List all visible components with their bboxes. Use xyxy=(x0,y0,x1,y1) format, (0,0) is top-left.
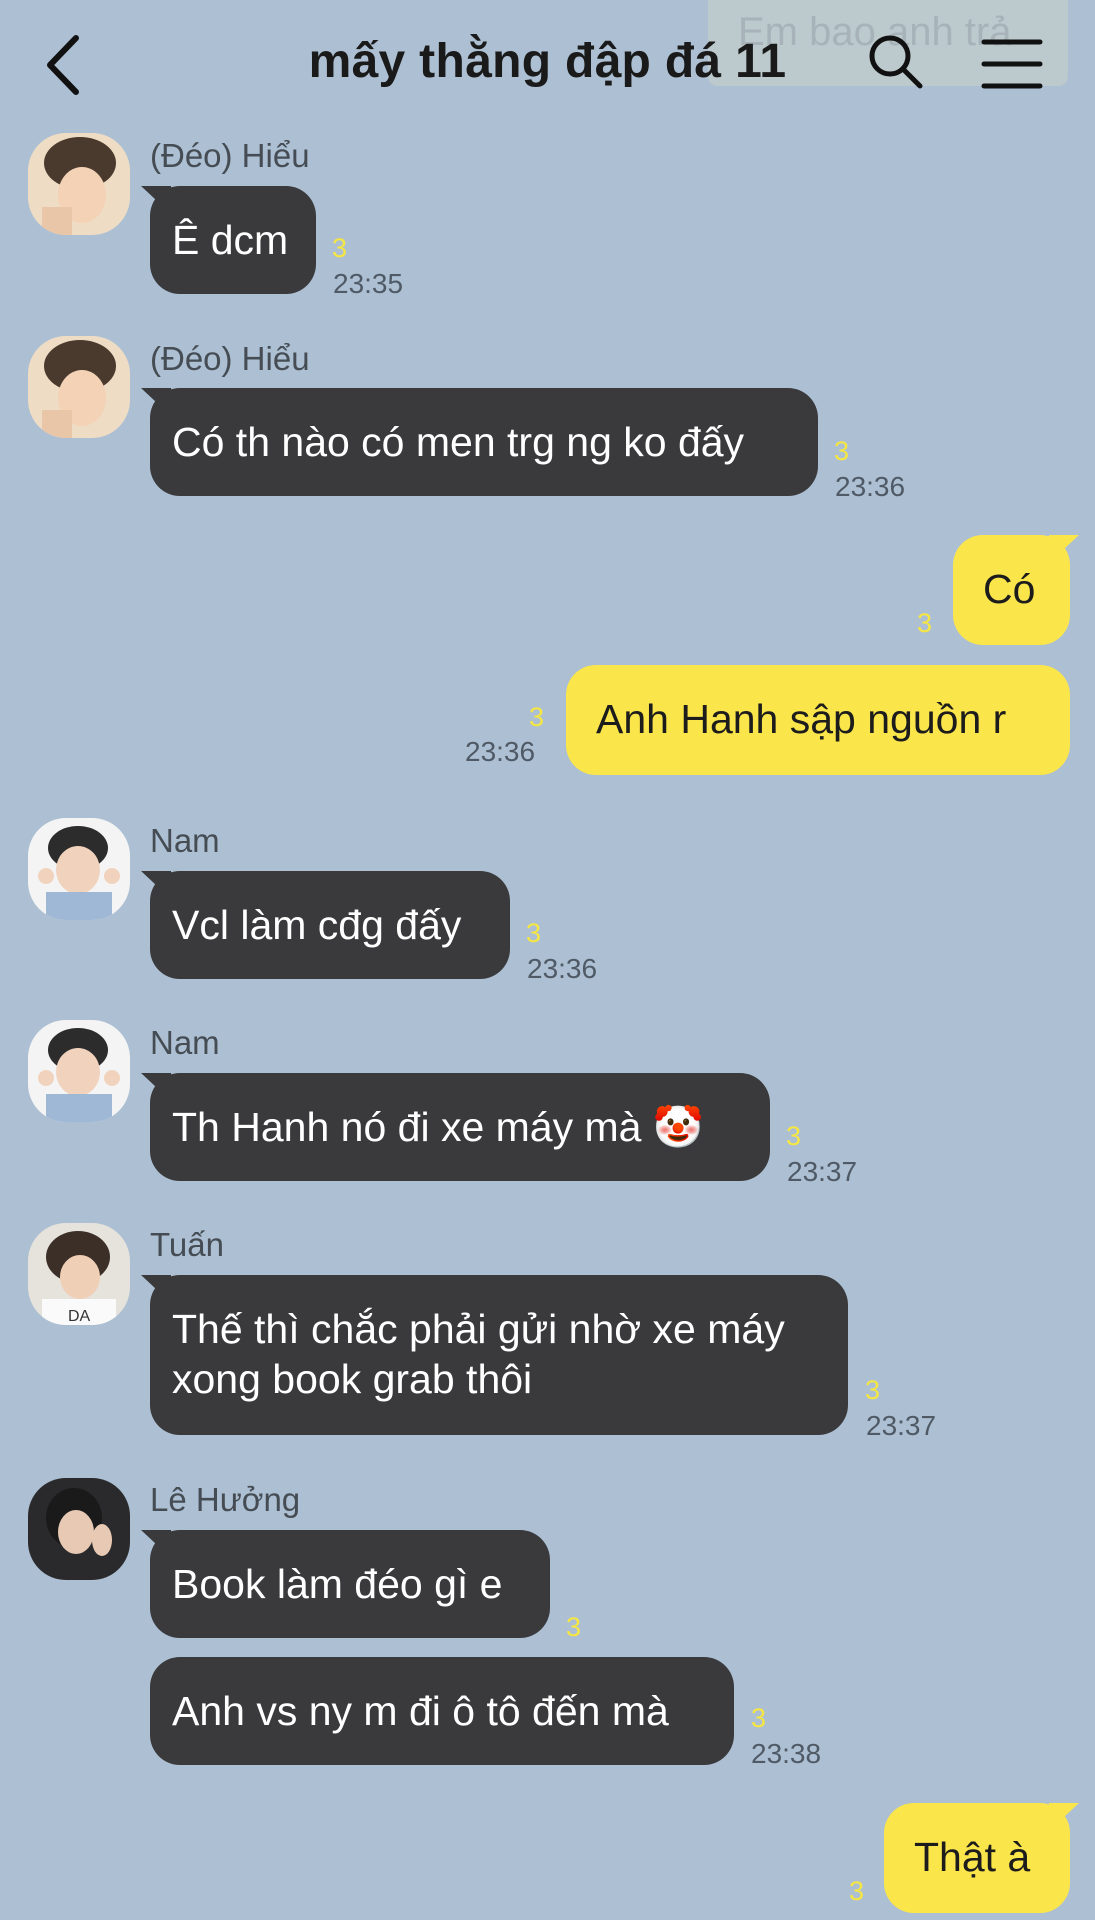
unread-count: 3 xyxy=(529,702,545,732)
unread-count: 3 xyxy=(786,1121,802,1151)
sender-name: Nam xyxy=(150,1024,220,1061)
sender-name: Tuấn xyxy=(150,1226,224,1263)
sender-name: Nam xyxy=(150,822,220,859)
sender-name: (Đéo) Hiểu xyxy=(150,137,310,174)
my-message-bubble[interactable]: Có xyxy=(953,535,1070,645)
message-line: xong book grab thôi xyxy=(172,1356,533,1402)
message-line: Thế thì chắc phải gửi nhờ xe máy xyxy=(172,1306,785,1352)
search-icon xyxy=(869,35,923,89)
message-time: 23:37 xyxy=(787,1156,858,1187)
message-time: 23:37 xyxy=(866,1410,937,1441)
unread-count: 3 xyxy=(849,1876,865,1906)
sender-name: (Đéo) Hiểu xyxy=(150,340,310,377)
unread-count: 3 xyxy=(865,1375,881,1405)
unread-count: 3 xyxy=(526,918,542,948)
avatar[interactable] xyxy=(28,818,130,920)
search-button[interactable] xyxy=(866,32,926,92)
message-time: 23:36 xyxy=(527,953,598,984)
unread-count: 3 xyxy=(566,1612,582,1642)
message-time: 23:36 xyxy=(465,736,536,767)
message-time: 23:35 xyxy=(333,268,404,299)
avatar[interactable] xyxy=(28,133,130,235)
chat-title: mấy thằng đập đá 11 xyxy=(308,35,787,88)
avatar[interactable] xyxy=(28,1020,130,1122)
message-bubble[interactable]: Th Hanh nó đi xe máy mà 🤡 xyxy=(150,1073,770,1181)
svg-text:DA: DA xyxy=(68,1308,91,1325)
message-bubble[interactable]: Ê dcm xyxy=(150,186,316,294)
message-bubble[interactable]: Book làm đéo gì e xyxy=(150,1530,550,1638)
chat-header: Em bao anh trả mấy thằng đập đá 11 xyxy=(0,0,1095,130)
sender-name: Lê Hưởng xyxy=(150,1481,301,1518)
message-bubble[interactable]: Vcl làm cđg đấy xyxy=(150,871,510,979)
my-message-bubble[interactable]: Anh Hanh sập nguồn r xyxy=(566,665,1070,775)
message-time: 23:38 xyxy=(751,1738,822,1769)
avatar[interactable]: DA xyxy=(28,1223,130,1325)
message-bubble[interactable]: Có th nào có men trg ng ko đấy xyxy=(150,388,818,496)
menu-button[interactable] xyxy=(980,36,1044,92)
unread-count: 3 xyxy=(834,436,850,466)
my-message-bubble[interactable]: Thật à xyxy=(884,1803,1070,1913)
hamburger-menu-icon xyxy=(981,39,1043,89)
avatar[interactable] xyxy=(28,336,130,438)
message-bubble[interactable]: Thế thì chắc phải gửi nhờ xe máy xong bo… xyxy=(150,1275,848,1435)
unread-count: 3 xyxy=(751,1703,767,1733)
unread-count: 3 xyxy=(332,233,348,263)
unread-count: 3 xyxy=(917,608,933,638)
message-time: 23:36 xyxy=(835,471,906,502)
message-bubble[interactable]: Anh vs ny m đi ô tô đến mà xyxy=(150,1657,734,1765)
avatar[interactable] xyxy=(28,1478,130,1580)
